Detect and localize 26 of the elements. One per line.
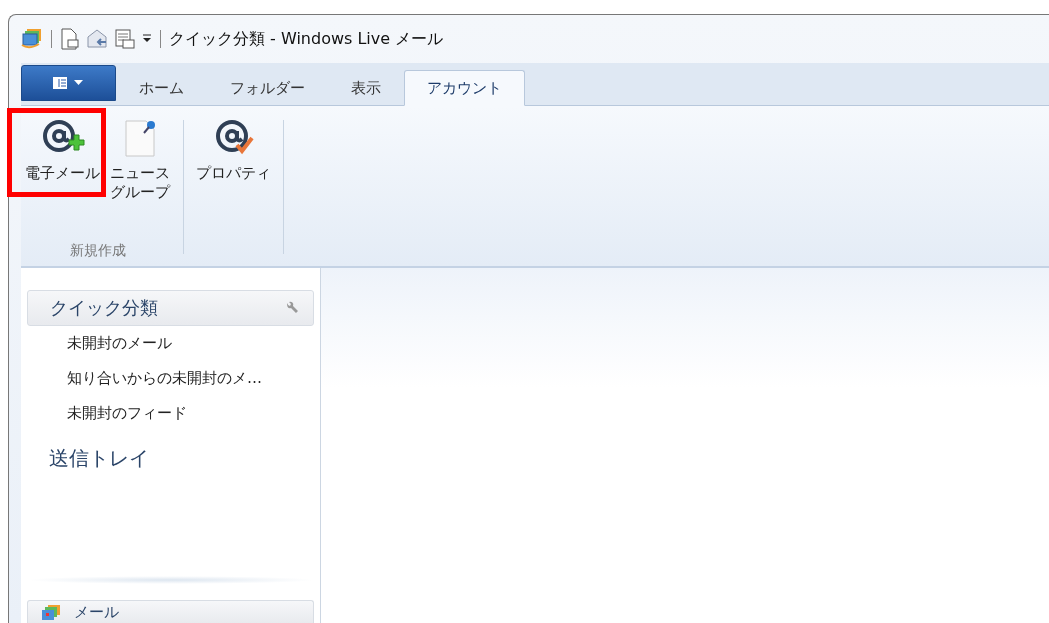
new-document-icon[interactable]: [60, 28, 80, 50]
folder-item[interactable]: 知り合いからの未開封のメ…: [27, 361, 314, 396]
mail-app-icon: [42, 604, 60, 621]
ribbon-tab[interactable]: アカウント: [404, 70, 525, 106]
folder-item[interactable]: 未開封のメール: [27, 326, 314, 361]
folder-item[interactable]: 送信トレイ: [27, 445, 314, 472]
section-title: メール: [74, 603, 119, 622]
dropdown-icon[interactable]: [142, 34, 152, 44]
ribbon-tab[interactable]: フォルダー: [207, 70, 328, 106]
group-label: 新規作成: [70, 242, 126, 260]
ribbon-button[interactable]: プロパティ: [192, 114, 275, 187]
news-document-icon[interactable]: [114, 28, 136, 50]
section-header[interactable]: クイック分類: [27, 290, 314, 326]
section-header[interactable]: メール: [27, 600, 314, 623]
wrench-icon[interactable]: [285, 301, 299, 315]
ribbon-button[interactable]: ニュースグループ: [104, 114, 175, 206]
section-title: クイック分類: [50, 296, 158, 320]
app-icon[interactable]: [21, 28, 43, 50]
envelope-icon[interactable]: [86, 29, 108, 49]
window-title: クイック分類 - Windows Live メール: [169, 28, 444, 50]
ribbon-button[interactable]: 電子メール: [21, 114, 104, 187]
ribbon-tab[interactable]: ホーム: [116, 70, 207, 106]
ribbon-tab[interactable]: 表示: [328, 70, 404, 106]
menu-icon: [51, 76, 86, 90]
folder-item[interactable]: 未開封のフィード: [27, 396, 314, 431]
file-menu-button[interactable]: [21, 65, 116, 101]
